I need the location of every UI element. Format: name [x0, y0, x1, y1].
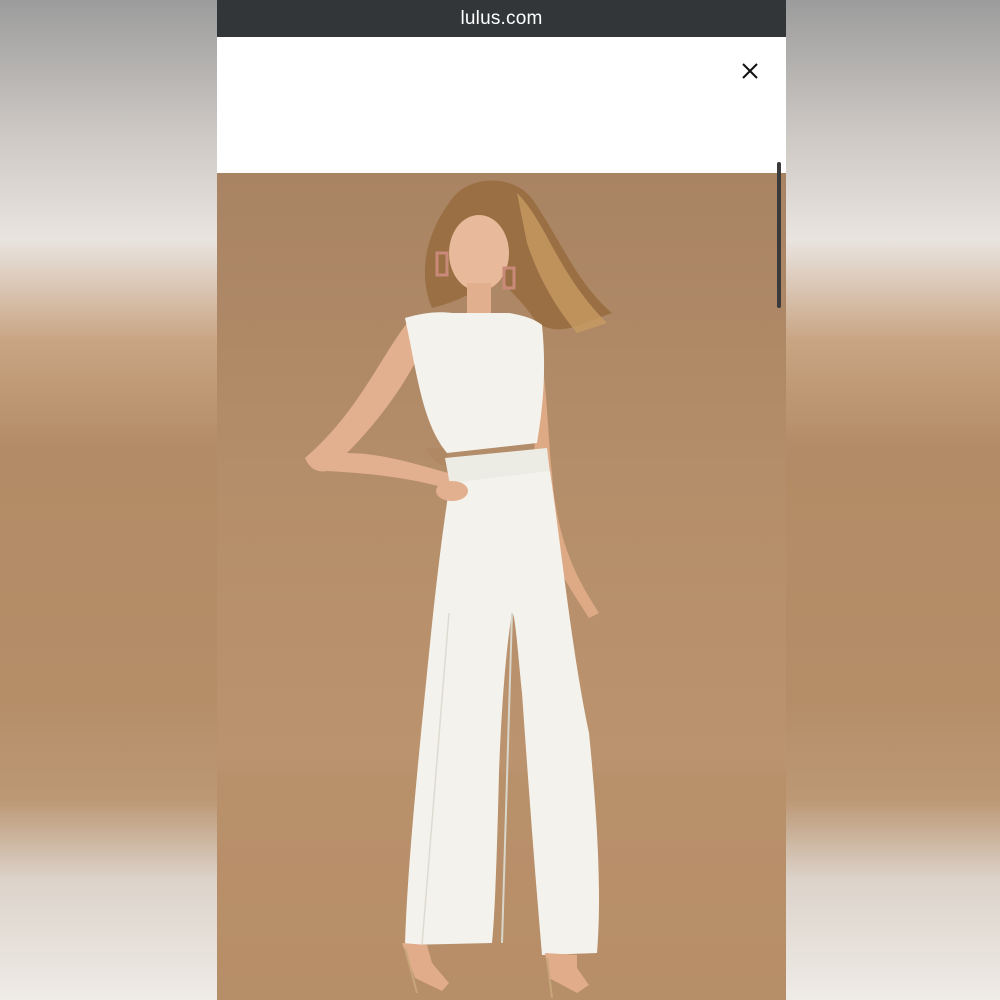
jumpsuit-top [405, 312, 545, 453]
url-bar[interactable]: lulus.com [217, 0, 786, 37]
close-icon [742, 63, 758, 79]
url-text: lulus.com [460, 7, 543, 29]
face-shape [449, 215, 509, 291]
close-button[interactable] [736, 57, 764, 85]
browser-screen: lulus.com [217, 0, 786, 1000]
scrollbar-thumb[interactable] [777, 162, 781, 308]
product-photo[interactable] [217, 173, 786, 1000]
image-viewer-header [217, 37, 786, 173]
model-illustration [217, 180, 786, 1000]
